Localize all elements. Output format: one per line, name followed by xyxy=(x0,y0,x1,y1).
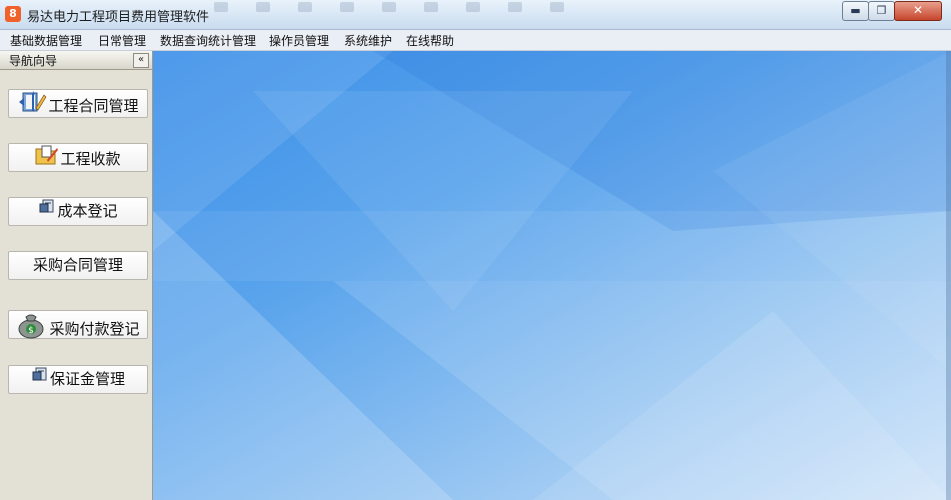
ghost-icon xyxy=(550,2,564,12)
ghost-icon xyxy=(424,2,438,12)
folder-edit-icon xyxy=(35,144,59,175)
app-icon: 8 xyxy=(5,6,21,22)
background-toolbar-ghost xyxy=(200,0,620,16)
nav-title: 导航向导 xyxy=(9,54,58,68)
right-edge-strip xyxy=(946,51,951,500)
svg-text:$: $ xyxy=(29,326,35,336)
nav-button-cost-register[interactable]: 成本登记 xyxy=(8,197,148,226)
nav-panel: 导航向导 « 工程合同管理 工程收款 成本登记 采购合同管理 $ 采购付款登记 … xyxy=(0,51,153,500)
nav-button-project-contract[interactable]: 工程合同管理 xyxy=(8,89,148,118)
menu-query-stats[interactable]: 数据查询统计管理 xyxy=(160,32,256,49)
nav-button-label: 成本登记 xyxy=(57,202,118,220)
maximize-button[interactable]: ❐ xyxy=(868,1,895,21)
background-pattern xyxy=(153,51,951,500)
collapse-nav-button[interactable]: « xyxy=(133,53,149,68)
ghost-icon xyxy=(256,2,270,12)
nav-button-project-receipt[interactable]: 工程收款 xyxy=(8,143,148,172)
ghost-icon xyxy=(466,2,480,12)
menu-bar: 基础数据管理 日常管理 数据查询统计管理 操作员管理 系统维护 在线帮助 xyxy=(0,30,951,51)
ghost-icon xyxy=(214,2,228,12)
menu-operator[interactable]: 操作员管理 xyxy=(269,32,329,49)
nav-header: 导航向导 « xyxy=(0,51,152,70)
minimize-button[interactable]: ▬ xyxy=(842,1,869,21)
ghost-icon xyxy=(508,2,522,12)
window-title: 易达电力工程项目费用管理软件 xyxy=(27,10,210,25)
cost-register-icon xyxy=(38,198,56,225)
nav-button-purchase-payment[interactable]: $ 采购付款登记 xyxy=(8,310,148,339)
nav-button-label: 工程合同管理 xyxy=(48,97,139,115)
menu-system[interactable]: 系统维护 xyxy=(344,32,392,49)
close-button[interactable]: ✕ xyxy=(894,1,942,21)
money-bag-icon: $ xyxy=(16,311,48,348)
nav-button-label: 采购合同管理 xyxy=(32,256,123,274)
main-workspace xyxy=(153,51,951,500)
ghost-icon xyxy=(382,2,396,12)
menu-daily[interactable]: 日常管理 xyxy=(98,32,146,49)
nav-button-label: 工程收款 xyxy=(60,150,121,168)
contract-book-icon xyxy=(17,90,47,123)
nav-button-label: 保证金管理 xyxy=(49,370,125,388)
ghost-icon xyxy=(340,2,354,12)
menu-help[interactable]: 在线帮助 xyxy=(406,32,454,49)
nav-button-label: 采购付款登记 xyxy=(49,320,140,338)
title-bar: 8 易达电力工程项目费用管理软件 ▬ ❐ ✕ xyxy=(0,0,951,30)
ghost-icon xyxy=(298,2,312,12)
nav-button-deposit[interactable]: 保证金管理 xyxy=(8,365,148,394)
deposit-register-icon xyxy=(31,366,49,393)
menu-basic-data[interactable]: 基础数据管理 xyxy=(10,32,82,49)
nav-button-purchase-contract[interactable]: 采购合同管理 xyxy=(8,251,148,280)
